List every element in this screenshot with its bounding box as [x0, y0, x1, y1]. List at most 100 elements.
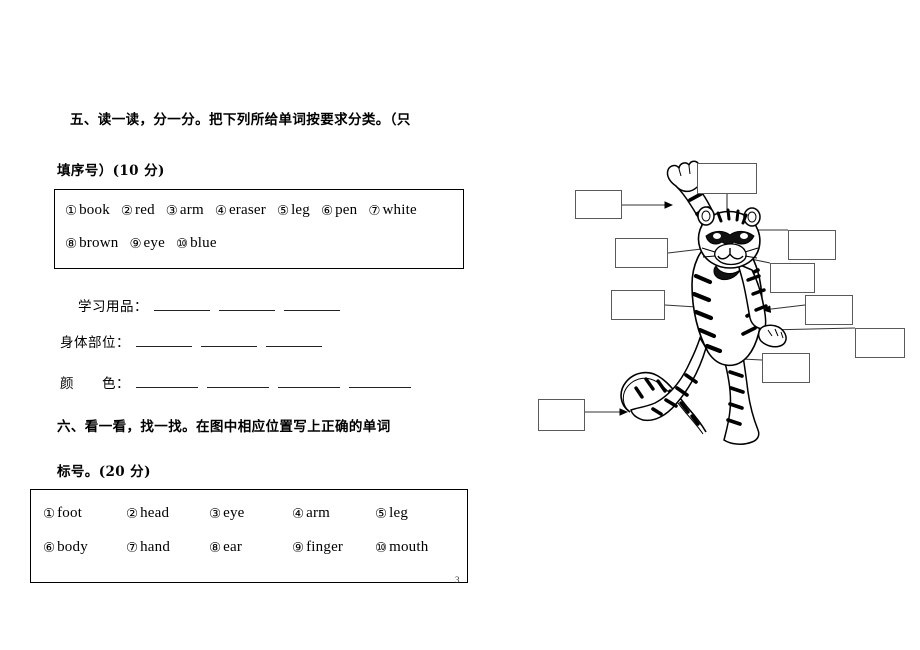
circled-number: ③	[209, 505, 222, 522]
word-label: book	[79, 202, 110, 218]
word-item: ⑥ pen	[321, 202, 357, 219]
answer-blank[interactable]	[265, 333, 322, 347]
circled-number: ⑨	[292, 539, 305, 556]
page-number: 3	[455, 575, 460, 585]
word-label: hand	[140, 539, 171, 555]
word-label: eraser	[228, 202, 266, 218]
circled-number: ④	[214, 202, 227, 219]
circled-number: ⑥	[321, 202, 334, 219]
category-label: 颜 色	[60, 376, 116, 392]
word-label: white	[382, 202, 417, 218]
word-item: ⑤ leg	[375, 505, 458, 522]
word-label: eye	[143, 235, 165, 251]
circled-number: ⑦	[126, 539, 139, 556]
category-label: 身体部位	[60, 335, 116, 351]
section-five-heading-line1: 五、读一读，分一分。把下列所给单词按要求分类。（只	[70, 112, 411, 128]
word-item: ⑩ mouth	[375, 539, 458, 556]
word-item: ① foot	[43, 505, 126, 522]
circled-number: ⑨	[129, 235, 142, 252]
label-box-eye[interactable]	[615, 238, 668, 268]
category-row-school-supplies: 学习用品 ：	[78, 295, 349, 315]
circled-number: ②	[126, 505, 139, 522]
category-colon: ：	[134, 299, 148, 315]
word-label: body	[57, 539, 88, 555]
word-item: ④ arm	[292, 505, 375, 522]
word-item: ⑨ eye	[129, 235, 165, 252]
word-item: ③ arm	[166, 202, 204, 219]
circled-number: ⑩	[375, 539, 388, 556]
word-bank-row: ① book ② red ③ arm ④ eraser ⑤ leg ⑥ pen …	[55, 202, 473, 219]
word-item: ⑨ finger	[292, 539, 375, 556]
section-five-word-bank: ① book ② red ③ arm ④ eraser ⑤ leg ⑥ pen …	[54, 189, 464, 269]
word-label: leg	[389, 505, 409, 521]
word-label: finger	[306, 539, 344, 555]
label-box-hand[interactable]	[575, 190, 622, 219]
word-item: ② head	[126, 505, 209, 522]
answer-blank[interactable]	[218, 297, 275, 311]
word-item: ⑧ ear	[209, 539, 292, 556]
word-label: arm	[179, 202, 204, 218]
label-box-body[interactable]	[611, 290, 665, 320]
answer-blank[interactable]	[206, 374, 269, 388]
word-label: head	[140, 505, 170, 521]
category-row-body-parts: 身体部位 ：	[60, 331, 331, 351]
circled-number: ⑦	[368, 202, 381, 219]
word-label: brown	[79, 235, 119, 251]
word-label: red	[135, 202, 155, 218]
label-box-leg[interactable]	[762, 353, 810, 383]
word-bank-row: ① foot ② head ③ eye ④ arm ⑤ leg	[31, 505, 479, 522]
word-item: ⑤ leg	[277, 202, 310, 219]
answer-blank[interactable]	[200, 333, 257, 347]
answer-blank[interactable]	[153, 297, 210, 311]
word-label: ear	[223, 539, 243, 555]
label-box-ear[interactable]	[788, 230, 836, 260]
word-label: arm	[306, 505, 331, 521]
word-item: ⑦ hand	[126, 539, 209, 556]
category-colon: ：	[116, 376, 130, 392]
answer-blank[interactable]	[283, 297, 340, 311]
circled-number: ⑤	[375, 505, 388, 522]
label-box-head[interactable]	[697, 163, 757, 194]
circled-number: ⑥	[43, 539, 56, 556]
word-bank-row: ⑧ brown ⑨ eye ⑩ blue	[55, 235, 473, 252]
circled-number: ③	[165, 202, 178, 219]
word-label: foot	[57, 505, 83, 521]
label-box-mouth[interactable]	[770, 263, 815, 293]
circled-number: ⑩	[175, 235, 189, 252]
worksheet-page: 五、读一读，分一分。把下列所给单词按要求分类。（只 填序号）(10 分) ① b…	[0, 0, 920, 650]
word-label: blue	[190, 235, 217, 251]
category-label: 学习用品	[78, 299, 134, 315]
label-box-foot[interactable]	[538, 399, 585, 431]
word-label: mouth	[389, 539, 429, 555]
answer-blank[interactable]	[135, 333, 192, 347]
word-label: leg	[291, 202, 310, 218]
word-label: pen	[335, 202, 358, 218]
word-item: ① book	[65, 202, 110, 219]
answer-blank[interactable]	[348, 374, 411, 388]
word-bank-row: ⑥ body ⑦ hand ⑧ ear ⑨ finger ⑩ mouth	[31, 539, 479, 556]
word-item: ⑥ body	[43, 539, 126, 556]
label-box-arm[interactable]	[805, 295, 853, 325]
section-six-heading-line2: 标号。(20 分)	[57, 464, 151, 480]
section-five-heading-line2: 填序号）(10 分)	[57, 163, 165, 179]
circled-number: ⑧	[65, 235, 78, 252]
section-six-heading-line1: 六、看一看，找一找。在图中相应位置写上正确的单词	[57, 419, 391, 435]
word-item: ⑩ blue	[176, 235, 217, 252]
answer-blank[interactable]	[135, 374, 198, 388]
word-item: ② red	[121, 202, 155, 219]
circled-number: ①	[43, 505, 56, 522]
answer-blank[interactable]	[277, 374, 340, 388]
word-item: ⑦ white	[368, 202, 416, 219]
circled-number: ⑧	[209, 539, 222, 556]
word-item: ④ eraser	[215, 202, 266, 219]
word-label: eye	[223, 505, 245, 521]
word-item: ⑧ brown	[65, 235, 118, 252]
label-box-finger[interactable]	[855, 328, 905, 358]
word-item: ③ eye	[209, 505, 292, 522]
category-row-colors: 颜 色 ：	[60, 372, 420, 392]
category-colon: ：	[116, 335, 130, 351]
exercise-column: 五、读一读，分一分。把下列所给单词按要求分类。（只 填序号）(10 分) ① b…	[0, 0, 500, 650]
circled-number: ⑤	[276, 202, 290, 219]
circled-number: ④	[292, 505, 305, 522]
tiger-labeling-diagram	[500, 120, 920, 460]
